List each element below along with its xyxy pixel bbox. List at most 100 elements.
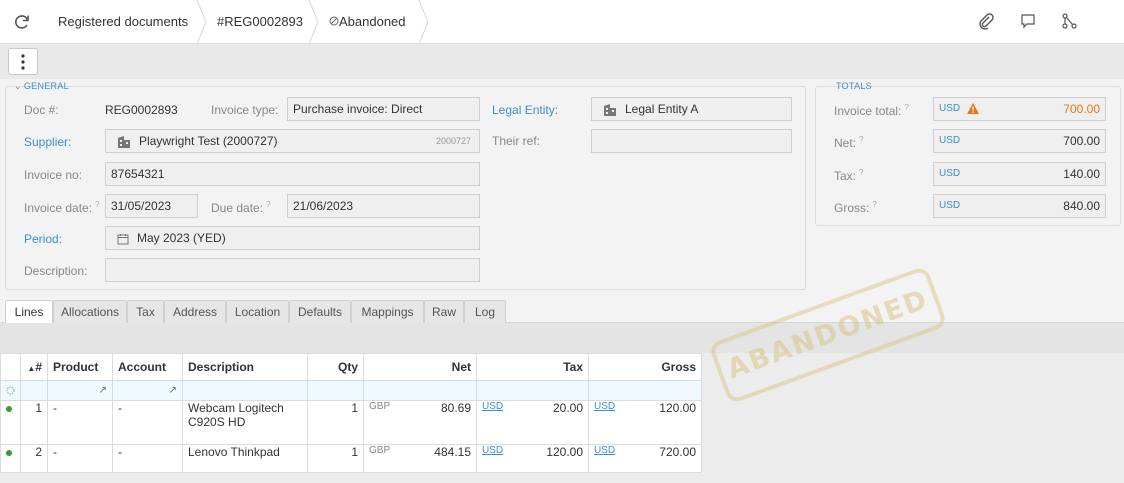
building-icon (604, 104, 616, 117)
breadcrumb-record[interactable]: #REG0002893 (217, 0, 303, 44)
warning-icon (967, 103, 979, 114)
supplier-value: Playwright Test (2000727) (139, 134, 278, 148)
net-total-field[interactable]: USD 700.00 (933, 129, 1106, 153)
cell-tax[interactable]: USD 20.00 (476, 400, 589, 445)
table-row[interactable]: 2 - - Lenovo Thinkpad 1 GBP 484.15 USD 120… (0, 444, 702, 473)
due-date-field[interactable]: 21/06/2023 (287, 194, 480, 218)
column-header-account[interactable]: Account (112, 353, 183, 381)
description-field[interactable] (105, 258, 480, 282)
tab-allocations[interactable]: Allocations (53, 300, 127, 324)
lines-grid: ▲# Product Account Description Qty Net T… (0, 353, 702, 473)
period-label[interactable]: Period: (24, 232, 62, 246)
status-dot (6, 450, 12, 456)
cell-gross[interactable]: USD 120.00 (588, 400, 702, 445)
open-link-icon[interactable]: ↗ (169, 385, 177, 396)
filter-account[interactable]: ↗ (112, 380, 183, 401)
filter-description[interactable] (182, 380, 308, 401)
tab-lines[interactable]: Lines (5, 300, 53, 324)
cell-gross[interactable]: USD 720.00 (588, 444, 702, 473)
more-menu-button[interactable] (8, 48, 38, 75)
filter-tax[interactable] (476, 380, 589, 401)
net-total-value: 700.00 (1063, 134, 1100, 148)
abandoned-icon (329, 16, 339, 26)
cell-qty[interactable]: 1 (307, 444, 364, 473)
tab-defaults[interactable]: Defaults (289, 300, 351, 324)
column-header-num[interactable]: ▲# (20, 353, 48, 381)
invoice-no-label: Invoice no: (24, 168, 83, 182)
building-icon (118, 136, 130, 149)
invoice-total-field[interactable]: USD 700.00 (933, 97, 1106, 121)
tab-raw[interactable]: Raw (424, 300, 464, 324)
currency-code: USD (939, 168, 961, 179)
legal-entity-label[interactable]: Legal Entity: (492, 103, 558, 117)
tab-location[interactable]: Location (226, 300, 289, 324)
calendar-icon (117, 233, 129, 245)
general-legend[interactable]: ⌄ GENERAL (10, 81, 73, 92)
invoice-type-field[interactable]: Purchase invoice: Direct (287, 97, 480, 121)
period-field[interactable]: May 2023 (YED) (105, 226, 480, 250)
filter-row: ↗ ↗ (0, 380, 702, 401)
tab-log[interactable]: Log (464, 300, 506, 324)
filter-num[interactable] (20, 380, 48, 401)
currency-code: USD (939, 103, 961, 114)
filter-product[interactable]: ↗ (47, 380, 113, 401)
attachment-icon[interactable] (977, 12, 995, 30)
new-row-indicator (0, 380, 21, 401)
breadcrumb-registered-documents[interactable]: Registered documents (58, 0, 188, 44)
doc-number-label: Doc #: (24, 103, 59, 117)
breadcrumb-separator (196, 0, 207, 44)
cell-account[interactable]: - (112, 400, 183, 445)
toolbar (0, 44, 1124, 79)
tax-total-field[interactable]: USD 140.00 (933, 162, 1106, 186)
cell-num: 1 (20, 400, 48, 445)
column-header-qty[interactable]: Qty (307, 353, 364, 381)
cell-net[interactable]: GBP 80.69 (363, 400, 477, 445)
cell-qty[interactable]: 1 (307, 400, 364, 445)
cell-description[interactable]: Webcam Logitech C920S HD (182, 400, 308, 445)
lines-grid-area: ▲# Product Account Description Qty Net T… (0, 353, 1124, 483)
tab-mappings[interactable]: Mappings (351, 300, 424, 324)
description-label: Description: (24, 264, 88, 278)
column-header-tax[interactable]: Tax (476, 353, 589, 381)
refresh-icon[interactable] (12, 12, 32, 32)
column-header-description[interactable]: Description (182, 353, 308, 381)
their-ref-field[interactable] (591, 129, 792, 153)
invoice-total-label: Invoice total:? (834, 103, 909, 118)
cell-account[interactable]: - (112, 444, 183, 473)
legal-entity-field[interactable]: Legal Entity A (591, 97, 792, 121)
currency-code: USD (939, 200, 961, 211)
cell-description[interactable]: Lenovo Thinkpad (182, 444, 308, 473)
filter-qty[interactable] (307, 380, 364, 401)
cell-net[interactable]: GBP 484.15 (363, 444, 477, 473)
more-vertical-icon (21, 54, 25, 70)
invoice-date-field[interactable]: 31/05/2023 (105, 194, 198, 218)
gross-total-field[interactable]: USD 840.00 (933, 194, 1106, 218)
filter-gross[interactable] (588, 380, 702, 401)
currency-code: USD (939, 135, 961, 146)
net-total-label: Net:? (834, 135, 864, 150)
open-link-icon[interactable]: ↗ (99, 385, 107, 396)
column-header-product[interactable]: Product (47, 353, 113, 381)
totals-legend: TOTALS (836, 81, 872, 91)
supplier-label[interactable]: Supplier: (24, 135, 71, 149)
filter-net[interactable] (363, 380, 477, 401)
cell-product[interactable]: - (47, 400, 113, 445)
tax-total-value: 140.00 (1063, 167, 1100, 181)
breadcrumb-separator (308, 0, 319, 44)
row-status (0, 400, 21, 445)
comment-icon[interactable] (1019, 12, 1037, 30)
supplier-field[interactable]: Playwright Test (2000727) 2000727 (105, 129, 480, 153)
row-status (0, 444, 21, 473)
cell-tax[interactable]: USD 120.00 (476, 444, 589, 473)
tab-tax[interactable]: Tax (127, 300, 164, 324)
invoice-no-field[interactable]: 87654321 (105, 162, 480, 186)
table-row[interactable]: 1 - - Webcam Logitech C920S HD 1 GBP 80.69… (0, 400, 702, 445)
invoice-total-value: 700.00 (1063, 102, 1100, 116)
grid-toolbar (0, 323, 1124, 353)
column-header-net[interactable]: Net (363, 353, 477, 381)
tab-address[interactable]: Address (164, 300, 226, 324)
column-header-gross[interactable]: Gross (588, 353, 702, 381)
cell-num: 2 (20, 444, 48, 473)
cell-product[interactable]: - (47, 444, 113, 473)
share-icon[interactable] (1060, 12, 1078, 30)
